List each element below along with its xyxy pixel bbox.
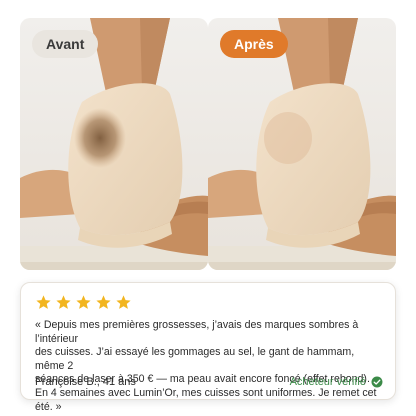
star-icon	[96, 295, 111, 309]
review-author: Françoise B., 41 ans	[35, 376, 136, 388]
star-icon	[76, 295, 91, 309]
star-icon	[116, 295, 131, 309]
review-card: « Depuis mes premières grossesses, j’ava…	[20, 282, 396, 413]
check-circle-icon	[371, 376, 383, 388]
review-footer: Françoise B., 41 ans Acheteur vérifié	[35, 376, 383, 388]
star-icon	[56, 295, 71, 309]
after-badge: Après	[220, 30, 288, 58]
before-photo: Avant	[20, 18, 208, 270]
verified-buyer-badge: Acheteur vérifié	[290, 376, 383, 388]
after-photo: Après	[208, 18, 396, 270]
star-icon	[36, 295, 51, 309]
review-text: « Depuis mes premières grossesses, j’ava…	[35, 319, 377, 413]
verified-label: Acheteur vérifié	[289, 376, 366, 388]
rating-stars	[35, 294, 381, 312]
before-badge: Avant	[32, 30, 99, 58]
